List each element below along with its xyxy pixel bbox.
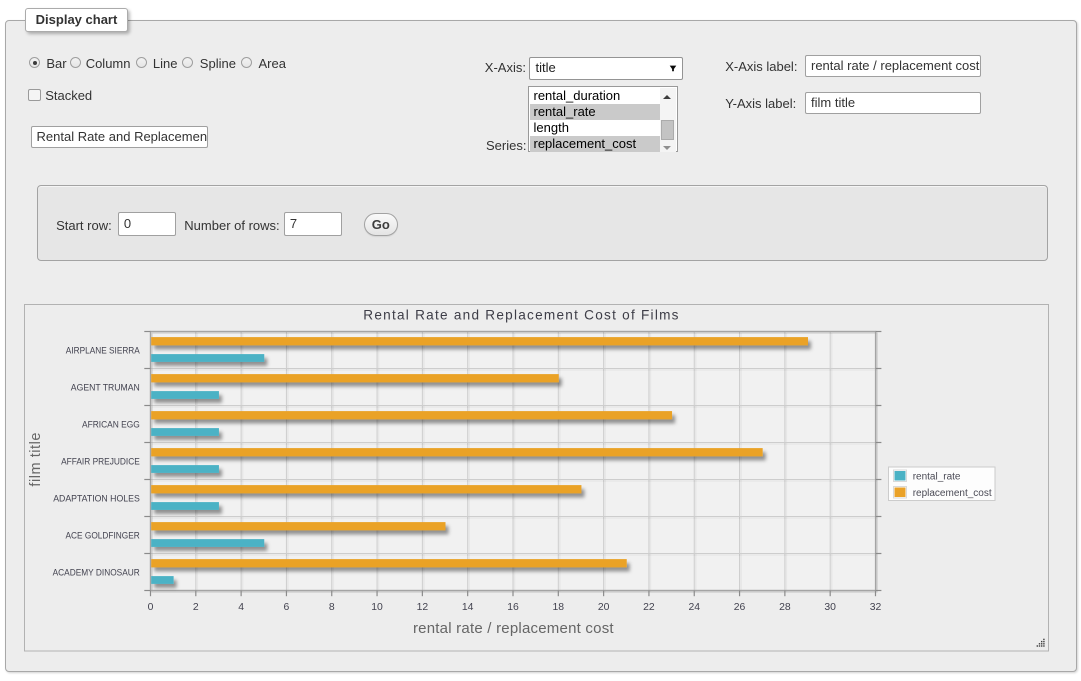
- svg-text:16: 16: [507, 602, 519, 613]
- svg-text:0: 0: [148, 602, 154, 613]
- svg-text:8: 8: [329, 602, 335, 613]
- svg-text:30: 30: [824, 602, 836, 613]
- svg-text:6: 6: [284, 602, 290, 613]
- svg-text:replacement_cost: replacement_cost: [913, 488, 992, 499]
- svg-text:14: 14: [462, 602, 474, 613]
- svg-text:rental_rate: rental_rate: [913, 472, 961, 483]
- svg-text:AGENT TRUMAN: AGENT TRUMAN: [71, 382, 140, 393]
- svg-text:32: 32: [870, 602, 882, 613]
- svg-text:AFFAIR PREJUDICE: AFFAIR PREJUDICE: [61, 456, 140, 467]
- svg-text:ACADEMY DINOSAUR: ACADEMY DINOSAUR: [53, 567, 140, 578]
- svg-text:24: 24: [688, 602, 700, 613]
- svg-text:Rental Rate and Replacement Co: Rental Rate and Replacement Cost of Film…: [363, 307, 679, 322]
- svg-text:film title: film title: [28, 432, 44, 487]
- svg-text:22: 22: [643, 602, 655, 613]
- svg-text:12: 12: [417, 602, 429, 613]
- svg-text:26: 26: [734, 602, 746, 613]
- svg-text:28: 28: [779, 602, 791, 613]
- svg-text:ACE GOLDFINGER: ACE GOLDFINGER: [66, 530, 140, 541]
- svg-text:AFRICAN EGG: AFRICAN EGG: [82, 419, 140, 430]
- svg-text:rental rate / replacement cost: rental rate / replacement cost: [413, 620, 614, 637]
- svg-text:2: 2: [193, 602, 199, 613]
- svg-text:20: 20: [598, 602, 610, 613]
- svg-text:AIRPLANE SIERRA: AIRPLANE SIERRA: [66, 345, 141, 356]
- svg-text:ADAPTATION HOLES: ADAPTATION HOLES: [53, 493, 140, 504]
- svg-text:4: 4: [238, 602, 244, 613]
- svg-text:18: 18: [553, 602, 565, 613]
- svg-text:10: 10: [371, 602, 383, 613]
